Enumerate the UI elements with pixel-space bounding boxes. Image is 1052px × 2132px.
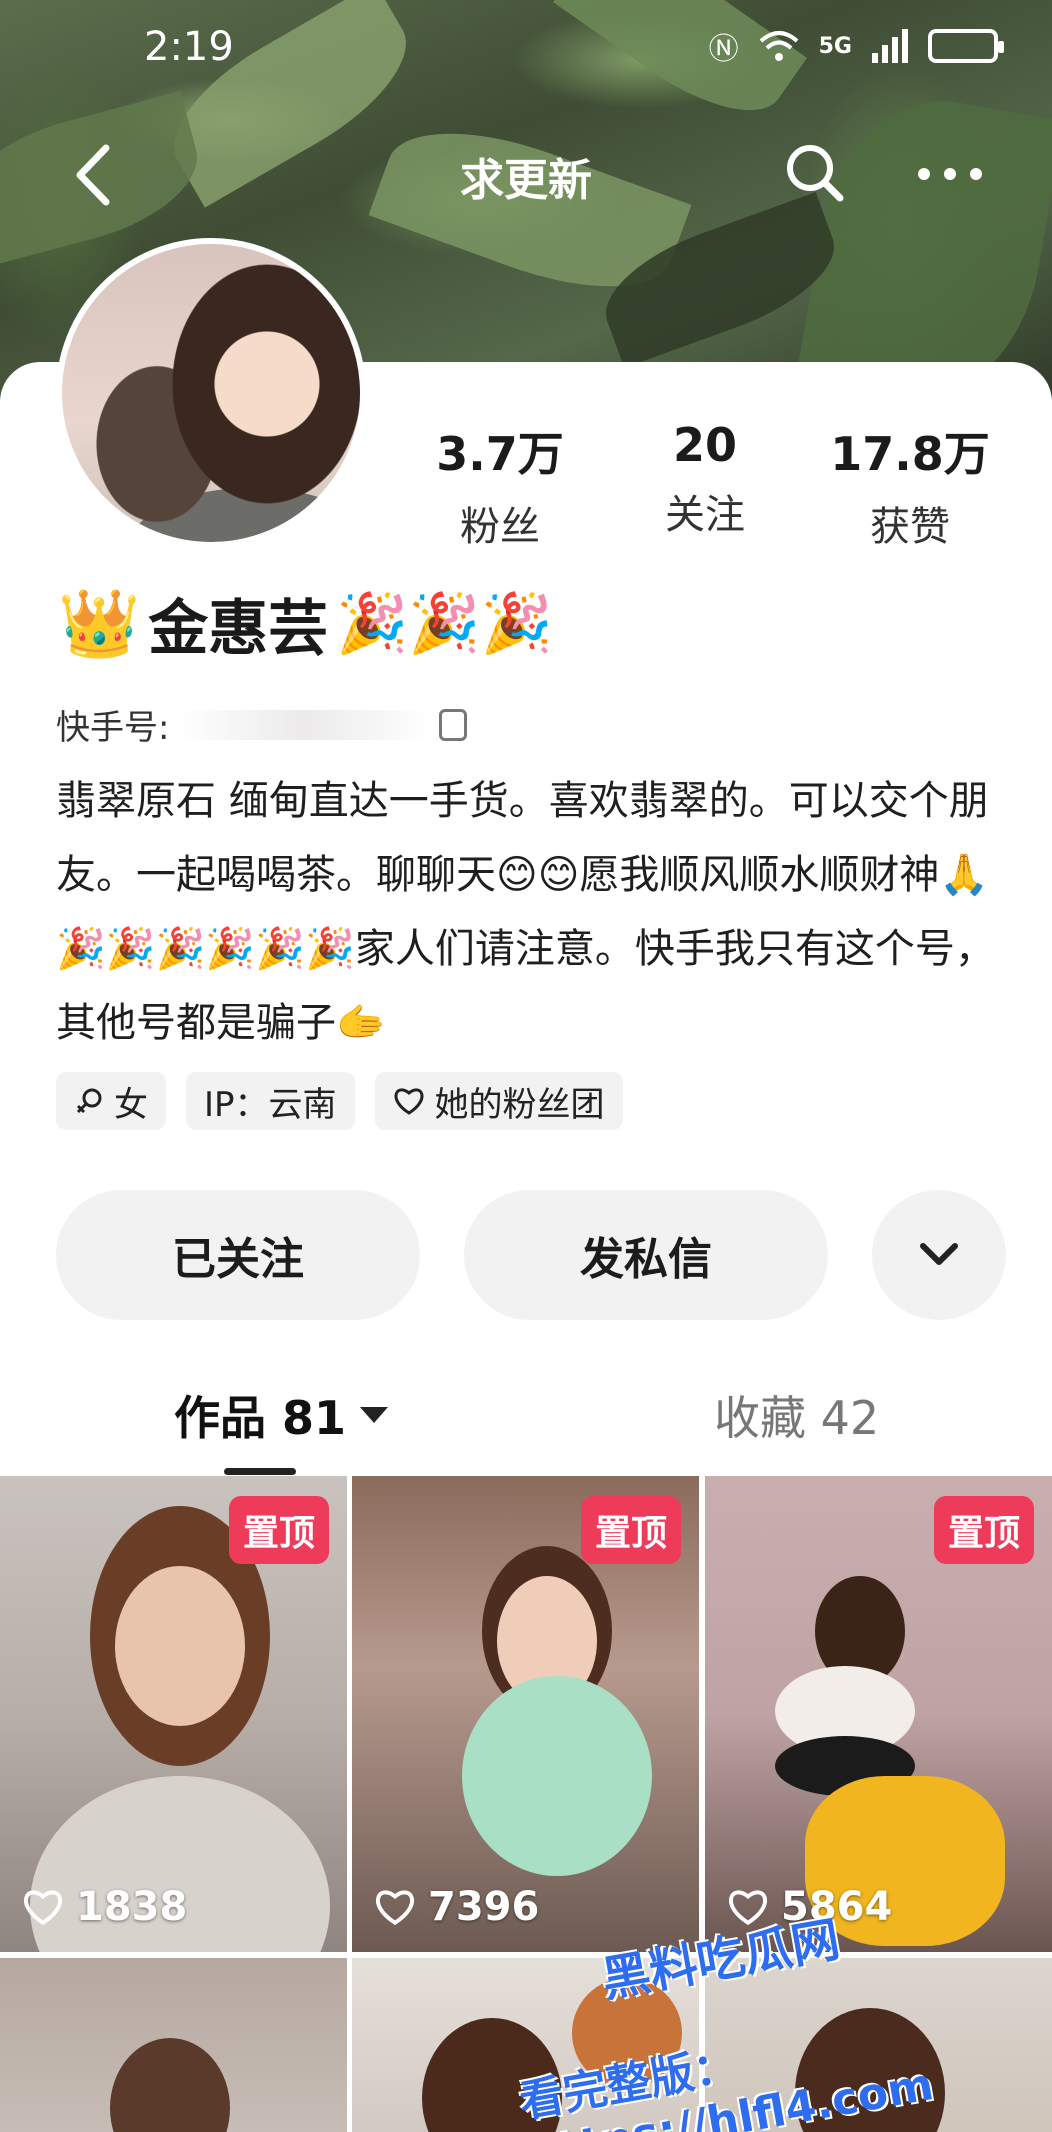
stat-label: 获赞 [870,504,950,550]
tag-fan-group[interactable]: 她的粉丝团 [374,1072,623,1130]
battery-icon [928,29,1004,63]
copy-icon[interactable] [439,708,468,741]
stat-likes[interactable]: 17.8万 获赞 [810,418,1010,552]
pinned-badge: 置顶 [228,1496,329,1564]
kuaishou-id-blurred [179,709,430,740]
kuaishou-id-label: 快手号: [56,708,170,748]
crown-icon: 👑 [58,584,141,662]
party-popper-icon: 🎉🎉🎉 [336,589,553,657]
female-icon [76,1088,102,1114]
send-message-button[interactable]: 发私信 [464,1190,828,1320]
video-thumbnail[interactable]: 置顶 7396 [352,1476,699,1952]
active-tab-indicator [224,1468,296,1475]
stat-value: 20 [672,418,737,472]
pinned-badge: 置顶 [580,1496,681,1564]
search-icon[interactable] [782,140,848,206]
action-buttons: 已关注 发私信 [56,1190,1006,1320]
heart-outline-icon [23,1890,63,1926]
stat-fans[interactable]: 3.7万 粉丝 [400,418,600,552]
like-count: 7396 [374,1884,539,1930]
top-nav: 求更新 [0,130,1052,220]
profile-tags: 女 IP：云南 她的粉丝团 [56,1072,623,1130]
heart-outline-icon [394,1088,423,1115]
signal-icon [872,29,908,63]
caret-down-icon [360,1407,389,1423]
nav-title: 求更新 [460,155,592,206]
video-thumbnail[interactable]: 置顶 5864 [705,1476,1052,1952]
stat-value: 17.8万 [830,427,990,481]
stat-label: 粉丝 [460,504,540,550]
tag-text: 她的粉丝团 [434,1084,605,1125]
profile-name: 金惠芸 [148,594,329,664]
heart-outline-icon [375,1890,415,1926]
like-count: 1838 [22,1884,187,1930]
tag-text: 女 [114,1084,148,1125]
tag-text: IP：云南 [204,1084,337,1125]
tag-ip: IP：云南 [186,1072,355,1130]
tag-gender: 女 [56,1072,166,1130]
content-tabs: 作品 81 收藏 42 [0,1370,1052,1475]
tab-works[interactable]: 作品 81 [174,1382,389,1448]
tab-favorites[interactable]: 收藏 42 [714,1382,879,1448]
status-icons: Ⓝ 5G [708,24,1004,68]
chevron-down-icon [920,1243,958,1265]
like-count-value: 7396 [428,1884,540,1930]
followed-button[interactable]: 已关注 [56,1190,420,1320]
like-count-value: 1838 [76,1884,188,1930]
video-thumbnail[interactable]: 置顶 1838 [0,1476,347,1952]
stat-label: 关注 [665,492,745,538]
stat-following[interactable]: 20 关注 [605,418,805,552]
avatar[interactable] [56,238,366,548]
status-bar: 2:19 Ⓝ 5G [0,0,1052,96]
expand-more-button[interactable] [872,1190,1006,1320]
signal-label: 5G [818,33,852,59]
profile-bio: 翡翠原石 缅甸直达一手货。喜欢翡翠的。可以交个朋友。一起喝喝茶。聊聊天😊😊愿我顺… [56,778,995,1046]
nfc-icon: Ⓝ [708,32,739,67]
profile-stats: 3.7万 粉丝 20 关注 17.8万 获赞 [400,418,1010,552]
kuaishou-id: 快手号: [56,700,468,749]
pinned-badge: 置顶 [933,1496,1034,1564]
wifi-icon [759,31,798,61]
tab-works-label: 作品 81 [174,1391,347,1445]
status-time: 2:19 [144,24,234,70]
profile-name-row: 👑 金惠芸 🎉🎉🎉 [58,580,553,667]
stat-value: 3.7万 [436,427,564,481]
video-thumbnail[interactable] [0,1958,347,2132]
more-menu-icon[interactable] [918,154,998,194]
